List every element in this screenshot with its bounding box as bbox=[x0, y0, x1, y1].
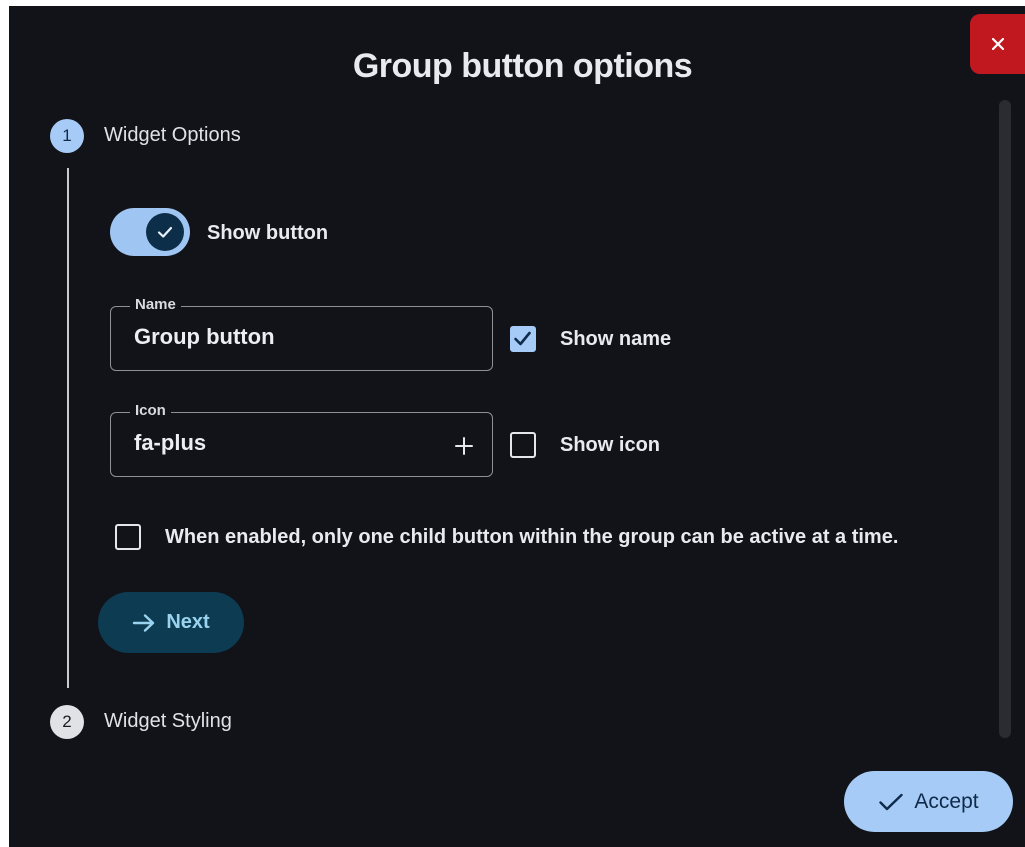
show-icon-label: Show icon bbox=[560, 434, 660, 456]
arrow-right-icon bbox=[133, 613, 155, 632]
step-1-indicator[interactable]: 1 bbox=[50, 119, 84, 153]
step-2-label[interactable]: Widget Styling bbox=[104, 710, 232, 733]
toggle-knob bbox=[146, 213, 184, 251]
name-field: Name bbox=[110, 296, 493, 371]
check-icon bbox=[879, 793, 904, 810]
icon-field-legend: Icon bbox=[130, 402, 171, 419]
name-field-legend: Name bbox=[130, 296, 181, 313]
exclusive-active-label: When enabled, only one child button with… bbox=[165, 526, 899, 548]
scrollbar[interactable] bbox=[999, 100, 1011, 738]
icon-input[interactable] bbox=[134, 430, 434, 456]
plus-icon bbox=[455, 437, 473, 455]
stepper-connector-line bbox=[67, 168, 69, 688]
icon-picker-button[interactable] bbox=[453, 435, 475, 457]
show-button-label: Show button bbox=[207, 222, 329, 244]
next-button[interactable]: Next bbox=[98, 592, 244, 653]
exclusive-active-checkbox[interactable] bbox=[115, 524, 141, 550]
show-button-toggle[interactable] bbox=[110, 208, 190, 256]
next-button-label: Next bbox=[166, 611, 210, 633]
check-icon bbox=[157, 226, 173, 238]
icon-field: Icon bbox=[110, 402, 493, 477]
dialog-title: Group button options bbox=[352, 47, 693, 85]
step-1-label[interactable]: Widget Options bbox=[104, 124, 241, 147]
show-icon-checkbox[interactable] bbox=[510, 432, 536, 458]
check-icon bbox=[514, 331, 531, 346]
name-input[interactable] bbox=[134, 324, 434, 350]
accept-button-label: Accept bbox=[914, 789, 979, 813]
accept-button[interactable]: Accept bbox=[844, 771, 1013, 832]
show-name-label: Show name bbox=[560, 328, 672, 350]
step-2-indicator[interactable]: 2 bbox=[50, 705, 84, 739]
show-name-checkbox[interactable] bbox=[510, 326, 536, 352]
